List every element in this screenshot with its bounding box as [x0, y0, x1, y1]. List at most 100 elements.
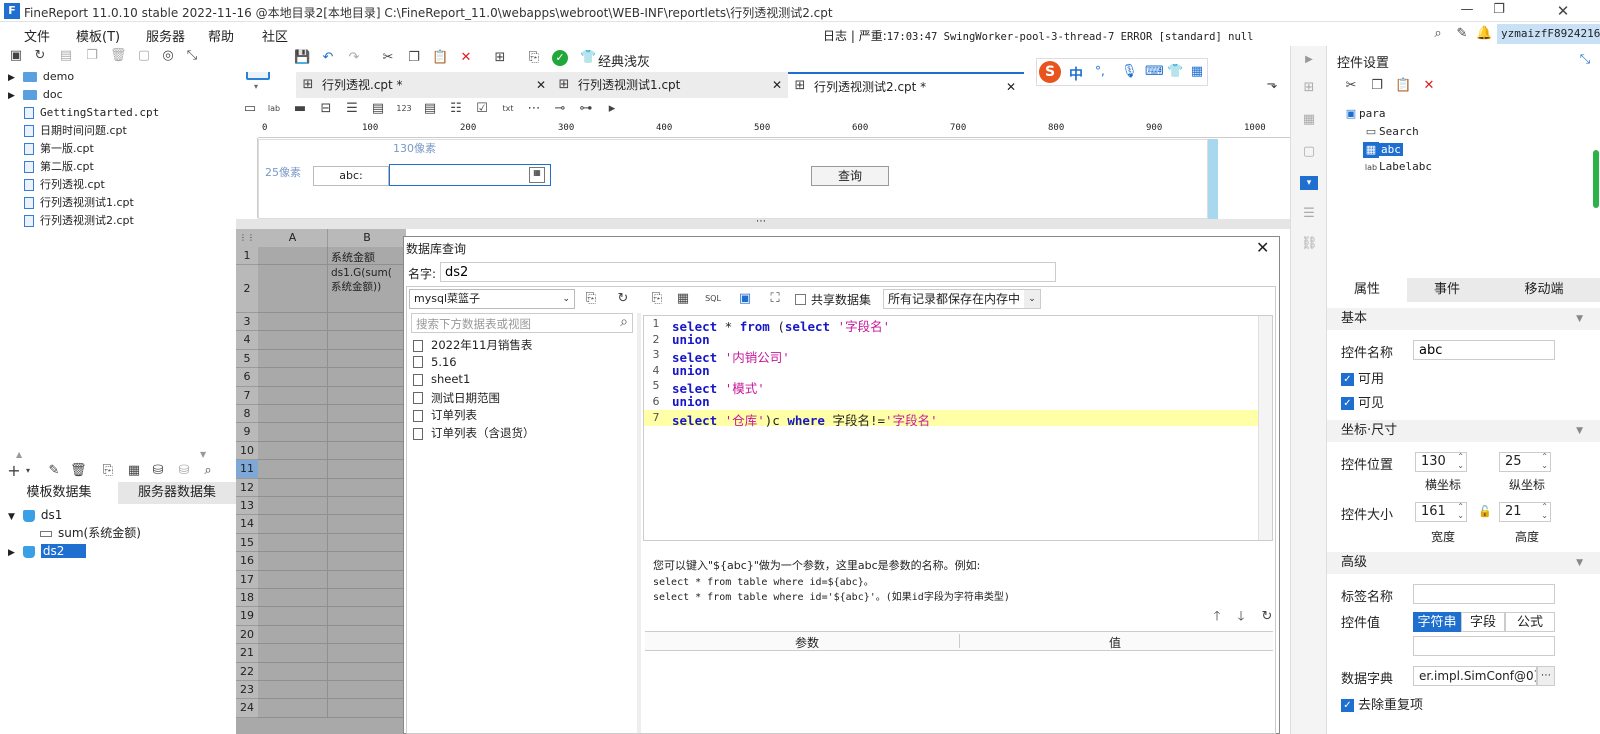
row-header[interactable]: 1 — [236, 247, 258, 265]
table-item[interactable]: 订单列表 — [413, 407, 477, 424]
text-widget-selected[interactable]: ▦ — [389, 164, 551, 186]
chevron-down-icon[interactable]: ▾ — [20, 463, 36, 479]
widget-date-icon[interactable]: ▤ — [370, 101, 386, 117]
spreadsheet[interactable]: ⋮⋮ A B 1 2 3 4 5 6 7 8 9 10 11 12 13 14 15 16 17 18 19 20 21… — [236, 229, 406, 734]
cell-a[interactable] — [258, 331, 328, 350]
log-label[interactable]: 日志 — [823, 29, 847, 43]
cell-a[interactable] — [258, 533, 328, 553]
query-button[interactable]: 查询 — [811, 166, 889, 186]
table-item[interactable]: sheet1 — [413, 372, 470, 389]
widget-checkbox-icon[interactable]: ☑ — [474, 101, 490, 117]
tree-item-doc[interactable]: ▶ doc — [8, 86, 63, 104]
database-disabled-icon[interactable]: ⛁ — [176, 463, 192, 479]
dataset-ds1[interactable]: ▼ ds1 — [8, 506, 62, 524]
cell-a[interactable] — [258, 589, 328, 608]
cell-a[interactable] — [258, 644, 328, 663]
cell-a[interactable] — [258, 405, 328, 424]
cell-a[interactable] — [258, 441, 328, 461]
widget-dropdown-icon[interactable]: ⊟ — [318, 101, 334, 117]
tree-item-file[interactable]: GettingStarted.cpt — [24, 104, 159, 122]
preview-icon[interactable]: ⎘ — [526, 50, 542, 66]
tree-item-file[interactable]: 行列透视.cpt — [24, 176, 105, 194]
row-header[interactable]: 2 — [236, 265, 258, 313]
menu-server[interactable]: 服务器 — [146, 26, 185, 45]
label-widget[interactable]: abc: — [313, 166, 389, 186]
widget-tag-icon[interactable]: ⋯ — [526, 101, 542, 117]
widget-tree-label[interactable]: lab Labelabc — [1363, 160, 1432, 176]
table-item[interactable]: 5.16 — [413, 355, 457, 372]
tree-item-file[interactable]: 第二版.cpt — [24, 158, 94, 176]
theme-icon[interactable]: 👕 — [580, 50, 596, 66]
sql-template-icon[interactable]: ▦ — [675, 291, 691, 307]
dataset-view-icon[interactable]: ▦ — [126, 463, 142, 479]
edit-connection-icon[interactable]: ⎘ — [583, 291, 599, 307]
cell-b[interactable] — [328, 386, 406, 405]
lock-icon[interactable]: ▢ — [136, 48, 152, 64]
row-header[interactable]: 24 — [236, 699, 258, 718]
fullscreen-icon[interactable]: ⛶ — [767, 291, 783, 307]
section-advanced[interactable]: 高级 ▼ — [1327, 552, 1600, 574]
tab-server-dataset[interactable]: 服务器数据集 — [118, 482, 236, 504]
close-dialog-icon[interactable]: ✕ — [1256, 238, 1269, 257]
row-header[interactable]: 13 — [236, 497, 258, 516]
tab-template-2[interactable]: ⊞ 行列透视测试1.cpt ✕ — [552, 72, 788, 98]
table-item[interactable]: 2022年11月销售表 — [413, 337, 532, 354]
layout-icon[interactable]: ⊞ — [1301, 80, 1317, 96]
tree-item-file[interactable]: 第一版.cpt — [24, 140, 94, 158]
cell-b[interactable] — [328, 533, 406, 553]
expand-icon[interactable]: ▶ — [1301, 52, 1317, 68]
cut-icon[interactable]: ✂ — [1343, 78, 1359, 94]
lock-ratio-icon[interactable]: 🔓 — [1477, 504, 1493, 520]
search-dataset-icon[interactable]: ⌕ — [200, 463, 216, 479]
widget-label-icon[interactable]: ▭ — [242, 101, 258, 117]
widget-text-icon[interactable]: lab — [266, 101, 282, 117]
panel-splitter[interactable]: ▲ ▼ — [0, 450, 236, 460]
row-header[interactable]: 11 — [236, 460, 258, 479]
cell-b[interactable] — [328, 368, 406, 387]
row-header[interactable]: 5 — [236, 349, 258, 369]
widget-lib-icon[interactable]: ▦ — [1301, 112, 1317, 128]
cell-b[interactable] — [328, 552, 406, 571]
tab-template-dataset[interactable]: 模板数据集 — [0, 482, 118, 504]
cell-b[interactable] — [328, 589, 406, 608]
menu-file[interactable]: 文件 — [24, 26, 50, 45]
row-header[interactable]: 20 — [236, 625, 258, 645]
sql-editor[interactable]: 1234567 select * from (select '字段名' unio… — [643, 315, 1273, 541]
cell-a[interactable] — [258, 265, 328, 313]
share-checkbox[interactable] — [795, 294, 806, 305]
tab-template-3[interactable]: ⊞ 行列透视测试2.cpt * ✕ — [788, 72, 1024, 98]
dataset-field[interactable]: sum(系统金额) — [40, 524, 141, 542]
cell-b[interactable] — [328, 515, 406, 534]
memory-select[interactable]: 所有记录都保存在内存中 ⌄ — [883, 289, 1041, 309]
cell-a[interactable] — [258, 625, 328, 645]
open-icon[interactable]: ▤ — [58, 48, 74, 64]
tree-item-file[interactable]: 日期时间问题.cpt — [24, 122, 127, 140]
delete-icon[interactable]: ✕ — [1421, 78, 1437, 94]
ime-logo-icon[interactable]: S — [1039, 61, 1061, 83]
cell-b2[interactable]: ds1.G(sum( 系统金额)) — [328, 265, 406, 313]
row-header[interactable]: 17 — [236, 570, 258, 589]
tree-item-demo[interactable]: ▶ demo — [8, 68, 74, 86]
column-header-b[interactable]: B — [328, 229, 406, 247]
list-icon[interactable]: ☰ — [1301, 206, 1317, 222]
cell-b[interactable] — [328, 478, 406, 497]
cell-a[interactable] — [258, 699, 328, 718]
widget-more-icon[interactable]: ▸ — [604, 101, 620, 117]
widget-txt-icon[interactable]: txt — [500, 101, 516, 117]
tree-item-file[interactable]: 行列透视测试2.cpt — [24, 212, 134, 230]
cell-b1[interactable]: 系统金额 — [328, 247, 406, 265]
widget-settings-icon[interactable]: ▾ — [1300, 176, 1318, 190]
edit-dataset-icon[interactable]: ✎ — [46, 463, 62, 479]
redo-icon[interactable]: ↷ — [346, 50, 362, 66]
select-all-cell[interactable]: ⋮⋮ — [236, 229, 258, 247]
tab-list-icon[interactable]: ⬎ — [1264, 77, 1280, 93]
cell-a[interactable] — [258, 386, 328, 405]
restore-icon[interactable]: ❐ — [1484, 2, 1514, 20]
cut-icon[interactable]: ✂ — [380, 50, 396, 66]
row-header[interactable]: 22 — [236, 662, 258, 681]
pos-y-spinner[interactable]: 25 — [1499, 452, 1551, 472]
row-header[interactable]: 18 — [236, 589, 258, 608]
cell-b[interactable] — [328, 460, 406, 479]
widget-value-input[interactable] — [1413, 636, 1555, 656]
splitter[interactable] — [637, 313, 641, 733]
